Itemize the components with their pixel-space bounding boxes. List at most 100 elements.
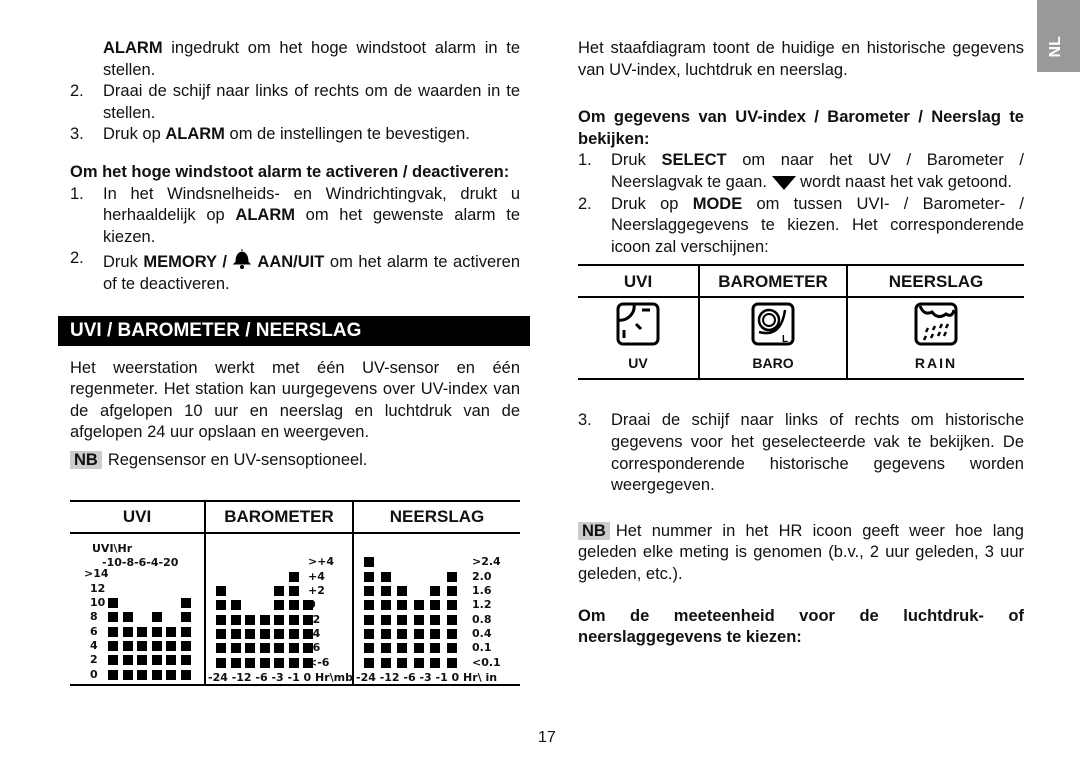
bar-segment [151, 669, 162, 680]
header-neerslag: NEERSLAG [846, 264, 1024, 299]
bar-segment [108, 640, 118, 651]
bar-segment [288, 600, 299, 611]
bar-segment [430, 600, 440, 611]
y-tick-label: 1.2 [472, 598, 492, 612]
x-tick-labels: -10-8-6-4-20 [102, 555, 179, 569]
bar-segment [430, 628, 440, 639]
bar-segment [430, 657, 440, 668]
bar-segment [364, 600, 374, 611]
bar-segment [166, 640, 176, 651]
bar-segment [380, 614, 391, 625]
bar-segment [413, 600, 424, 611]
bar-segment [216, 628, 226, 639]
bar-segment [259, 614, 270, 625]
bar-segment [303, 643, 313, 654]
bar-segment [180, 669, 191, 680]
y-tick-label: 12 [90, 581, 106, 595]
page-number: 17 [538, 729, 556, 746]
bar-segment [397, 600, 407, 611]
bar-segment [166, 626, 176, 637]
list-item: 1. Druk SELECT om naar het UV / Barometer… [578, 151, 1025, 191]
bar-segment [274, 600, 284, 611]
bar-segment [216, 643, 226, 654]
bar-segment [288, 614, 299, 625]
bar-segment [364, 643, 374, 654]
bar-segment [380, 657, 391, 668]
bar-segment [446, 628, 457, 639]
bar-segment [151, 640, 162, 651]
pointer-triangle-icon [771, 175, 796, 190]
uv-label: UV [628, 354, 648, 371]
heading: Om de meeteenheid voor de luchtdruk- of … [578, 606, 1024, 647]
bar-segment [151, 655, 162, 666]
bar-segment [303, 628, 313, 639]
bar-segment [216, 614, 226, 625]
svg-text:L: L [782, 334, 788, 345]
bar-segment [430, 614, 440, 625]
y-tick-label: +4 [308, 569, 325, 583]
y-tick-label: >14 [84, 567, 109, 581]
bar-segment [245, 657, 255, 668]
bar-segment [380, 600, 391, 611]
bar-segment [288, 657, 299, 668]
bar-segment [274, 628, 284, 639]
bar-segment [230, 657, 241, 668]
bar-segment [274, 657, 284, 668]
history-table: UVI BAROMETER NEERSLAG UVI\Hr -10-8-6-4-20 0… [70, 499, 520, 686]
y-tick-label: 0 [90, 667, 98, 681]
bar-segment [397, 614, 407, 625]
bar-segment [245, 643, 255, 654]
bar-segment [259, 643, 270, 654]
language-label: NL [1046, 36, 1064, 58]
bar-segment [364, 586, 374, 596]
y-tick-label: 2 [90, 653, 98, 667]
bell-icon [233, 249, 252, 270]
y-tick-label: 10 [90, 596, 106, 609]
bar-segment [230, 600, 241, 611]
bar-segment [364, 657, 374, 668]
list-item: 2. Draai de schijf naar links of rechts o… [70, 82, 520, 122]
bar-segment [180, 640, 191, 651]
y-tick-label: 4 [90, 638, 98, 652]
bar-segment [413, 643, 424, 654]
bar-segment [446, 614, 457, 625]
bar-segment [446, 643, 457, 654]
bar-segment [137, 655, 147, 666]
bar-segment [397, 657, 407, 668]
bar-segment [364, 571, 374, 582]
bar-segment [259, 657, 270, 668]
bar-segment [259, 628, 270, 639]
note: NB Het nummer in het HR icoon geeft weer … [578, 521, 1024, 583]
bar-segment [166, 669, 176, 680]
y-tick-label: >+4 [308, 555, 335, 569]
bar-segment [122, 626, 133, 637]
bar-segment [108, 626, 118, 637]
bar-segment [122, 640, 133, 651]
bar-segment [413, 614, 424, 625]
bar-segment [397, 643, 407, 654]
language-tab: NL [1037, 0, 1080, 72]
bar-segment [108, 598, 118, 608]
bar-segment [446, 600, 457, 611]
bar-segment [288, 628, 299, 639]
rain-icon [914, 302, 958, 346]
bar-segment [397, 628, 407, 639]
header-neerslag: NEERSLAG [352, 499, 520, 534]
bar-segment [413, 657, 424, 668]
paragraph: ALARM ingedrukt om het hoge windstoot al… [103, 39, 520, 79]
bar-segment [137, 640, 147, 651]
bar-segment [180, 655, 191, 666]
bar-segment [274, 643, 284, 654]
header-barometer: BAROMETER [204, 499, 353, 534]
bar-segment [216, 657, 226, 668]
bar-segment [122, 669, 133, 680]
bar-segment [288, 571, 299, 582]
bar-segment [108, 655, 118, 666]
icon-table: UVI BAROMETER NEERSLAG UV L BARO RAIN [578, 264, 1024, 381]
bar-segment [245, 628, 255, 639]
bar-segment [303, 657, 313, 668]
bar-segment [230, 643, 241, 654]
header-barometer: BAROMETER [698, 264, 847, 299]
barometer-icon: L [751, 302, 795, 346]
bar-segment [151, 612, 162, 623]
